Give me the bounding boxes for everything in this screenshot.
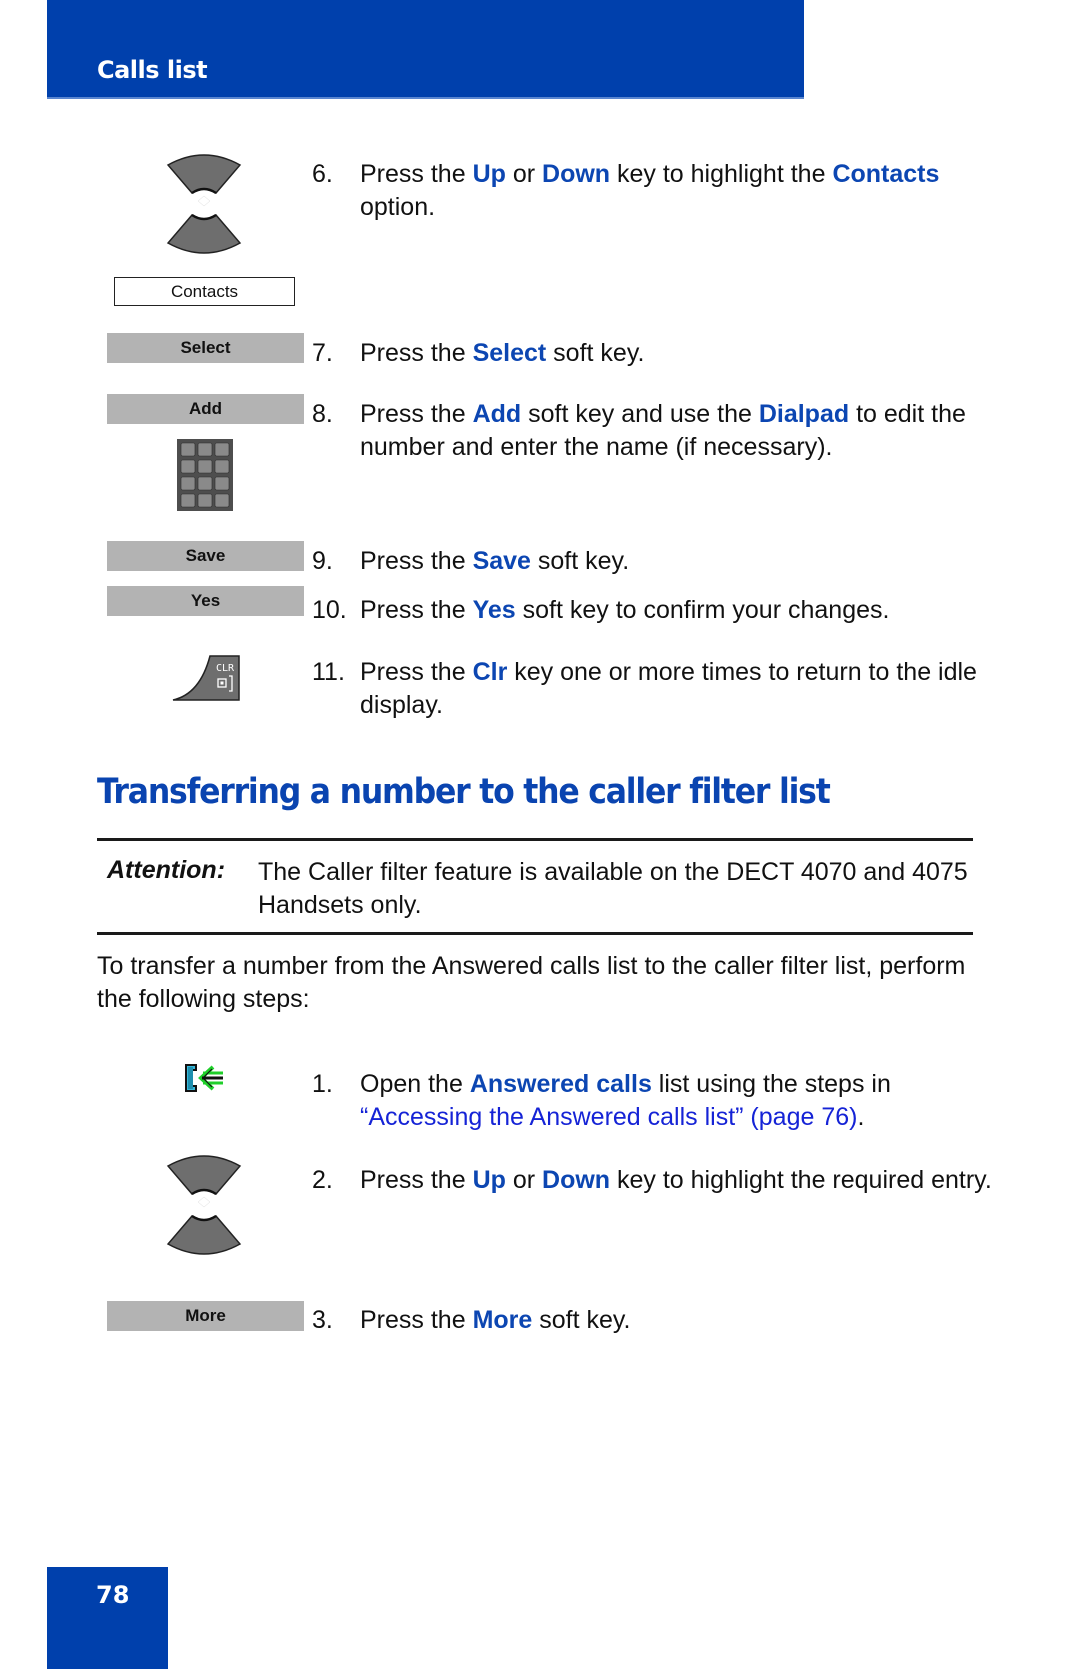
step-text-run: Press the <box>360 339 473 367</box>
step-text: Press the Yes soft key to confirm your c… <box>360 594 1000 627</box>
step-text: Press the Select soft key. <box>360 337 1000 370</box>
chapter-title: Calls list <box>97 56 208 84</box>
navigation-up-down-key-icon <box>166 154 242 254</box>
keyword: Dialpad <box>758 400 850 428</box>
dialpad-key <box>214 459 230 474</box>
step-number: 6. <box>312 160 333 188</box>
chapter-header: Calls list <box>47 0 804 99</box>
step-text-run: or <box>505 160 543 188</box>
step-text-run: soft key to confirm your changes. <box>515 596 890 624</box>
intro-paragraph: To transfer a number from the Answered c… <box>97 952 966 1013</box>
down-key-icon <box>166 213 242 254</box>
step-number: 3. <box>312 1306 333 1334</box>
step-text-run: option. <box>360 193 436 221</box>
add-softkey: Add <box>107 394 304 424</box>
select-softkey: Select <box>107 333 304 363</box>
dialpad-key <box>197 493 213 508</box>
step-text-run: Press the <box>360 596 473 624</box>
clr-key-icon: CLR <box>172 655 240 701</box>
step-text: Press the Clr key one or more times to r… <box>360 656 1000 722</box>
step-text-run: Open the <box>360 1070 470 1098</box>
step-text-run: Press the <box>360 400 473 428</box>
step-text-run: Press the <box>360 1306 473 1334</box>
section-heading: Transferring a number to the caller filt… <box>97 772 831 812</box>
dialpad-key <box>197 476 213 491</box>
step-text: Press the Up or Down key to highlight th… <box>360 158 1000 224</box>
keyword: Save <box>472 547 531 575</box>
step-text-run: soft key and use the <box>521 400 759 428</box>
step-text-run: key to highlight the <box>610 160 833 188</box>
attention-text: The Caller filter feature is available o… <box>258 858 968 919</box>
step-number: 1. <box>312 1070 333 1098</box>
dialpad-key <box>180 442 196 457</box>
attention-top-rule <box>97 838 973 841</box>
keyword: More <box>472 1306 533 1334</box>
up-key-icon <box>166 154 242 195</box>
step-text-run: list using the steps in <box>651 1070 891 1098</box>
dialpad-key <box>180 459 196 474</box>
dialpad-key <box>214 442 230 457</box>
keyword: Up <box>472 1166 506 1194</box>
more-softkey: More <box>107 1301 304 1331</box>
step-text-run: . <box>857 1103 865 1131</box>
dialpad-key <box>180 493 196 508</box>
keyword: Up <box>472 160 506 188</box>
dialpad-key <box>214 476 230 491</box>
keyword: Select <box>472 339 547 367</box>
step-number: 8. <box>312 400 333 428</box>
down-key-icon <box>166 1214 242 1255</box>
step-text-run: soft key. <box>530 547 630 575</box>
dialpad-key <box>197 442 213 457</box>
keyword: Answered calls <box>469 1070 652 1098</box>
keyword: Down <box>542 1166 611 1194</box>
step-number: 10. <box>312 596 347 624</box>
step-number: 2. <box>312 1166 333 1194</box>
up-key-icon <box>166 1155 242 1196</box>
dialpad-icon <box>177 439 233 511</box>
step-text: Press the Save soft key. <box>360 545 1000 578</box>
step-text-run: soft key. <box>532 1306 631 1334</box>
step-text-run: soft key. <box>546 339 645 367</box>
step-text: Press the More soft key. <box>360 1304 1000 1337</box>
dialpad-key <box>197 459 213 474</box>
yes-softkey: Yes <box>107 586 304 616</box>
keyword: Contacts <box>832 160 940 188</box>
step-text-run: Press the <box>360 658 473 686</box>
navigation-up-down-key-icon <box>166 1155 242 1255</box>
step-number: 9. <box>312 547 333 575</box>
attention-label: Attention: <box>107 856 226 884</box>
dialpad-key <box>214 493 230 508</box>
keyword: Clr <box>472 658 508 686</box>
step-text-run: or <box>505 1166 543 1194</box>
keyword: Down <box>542 160 611 188</box>
attention-bottom-rule <box>97 932 973 935</box>
clr-key-label: CLR <box>216 663 235 674</box>
contacts-menu-option: Contacts <box>114 277 295 306</box>
step-text-run: Press the <box>360 1166 473 1194</box>
step-text-run: Press the <box>360 547 473 575</box>
answered-calls-icon <box>185 1064 223 1092</box>
save-softkey: Save <box>107 541 304 571</box>
step-number: 7. <box>312 339 333 367</box>
dialpad-key <box>180 476 196 491</box>
keyword: Add <box>472 400 522 428</box>
keyword: Yes <box>472 596 516 624</box>
page-number: 78 <box>96 1581 130 1609</box>
step-text: Press the Add soft key and use the Dialp… <box>360 398 1000 464</box>
cross-reference-link[interactable]: “Accessing the Answered calls list” (pag… <box>360 1103 857 1131</box>
step-number: 11. <box>312 658 345 686</box>
step-text-run: Press the <box>360 160 473 188</box>
step-text: Press the Up or Down key to highlight th… <box>360 1164 1000 1197</box>
step-text: Open the Answered calls list using the s… <box>360 1068 1000 1134</box>
step-text-run: key to highlight the required entry. <box>610 1166 992 1194</box>
page-number-box: 78 <box>47 1567 168 1669</box>
